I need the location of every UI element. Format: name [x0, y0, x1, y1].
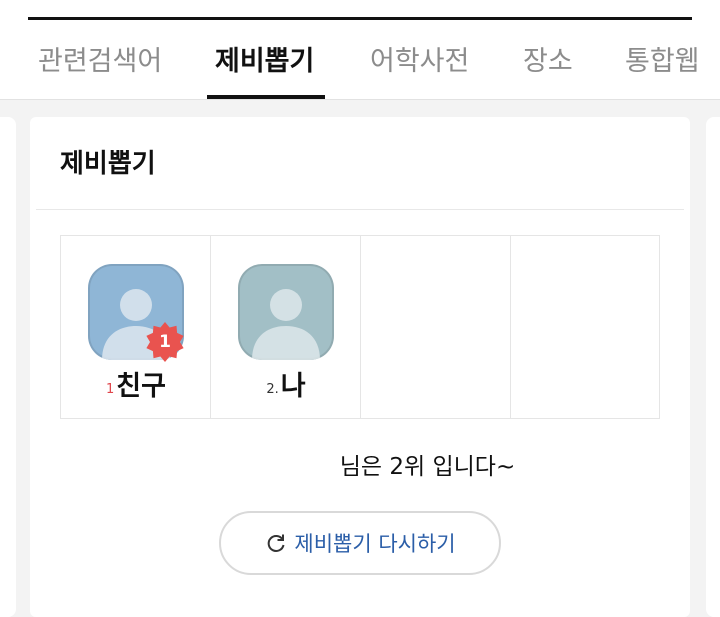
tab-lottery[interactable]: 제비뽑기: [215, 40, 314, 84]
tab-places[interactable]: 장소: [523, 40, 573, 84]
rank-badge-number: 1: [159, 332, 171, 352]
participant-name-row: 2.나: [211, 364, 361, 404]
participant-rank: 2.: [266, 382, 279, 397]
lottery-card: 제비뽑기 1 1친구 2.나 님은 2위 입니다~ 제비뽑기 다시하기: [30, 117, 690, 617]
tab-related-searches[interactable]: 관련검색어: [38, 40, 162, 84]
participant-name-row: 1친구: [61, 364, 211, 404]
participant-grid: 1 1친구 2.나: [60, 235, 660, 419]
tab-bar-top-border: [28, 17, 692, 20]
retry-lottery-button[interactable]: 제비뽑기 다시하기: [219, 511, 501, 575]
card-title: 제비뽑기: [60, 149, 156, 179]
next-card-edge[interactable]: [706, 117, 720, 617]
result-message: 님은 2위 입니다~: [339, 454, 516, 480]
tab-list: 관련검색어 제비뽑기 어학사전 장소 통합웹: [0, 40, 720, 100]
participant-cell: 2.나: [211, 236, 361, 418]
avatar: [238, 264, 334, 360]
empty-participant-cell: [511, 236, 661, 418]
tab-dictionary[interactable]: 어학사전: [370, 40, 469, 84]
card-divider: [36, 209, 684, 210]
previous-card-edge[interactable]: [0, 117, 16, 617]
participant-cell: 1 1친구: [61, 236, 211, 418]
tab-bar-divider: [0, 99, 720, 100]
search-tab-bar: 관련검색어 제비뽑기 어학사전 장소 통합웹: [0, 0, 720, 100]
participant-name: 나: [280, 371, 306, 402]
tab-integrated-web[interactable]: 통합웹: [625, 40, 700, 84]
participant-rank: 1: [106, 382, 115, 397]
refresh-icon: [268, 534, 285, 552]
person-silhouette-icon: [252, 289, 320, 360]
empty-participant-cell: [361, 236, 511, 418]
retry-button-label: 제비뽑기 다시하기: [294, 532, 456, 556]
participant-name: 친구: [116, 371, 166, 402]
